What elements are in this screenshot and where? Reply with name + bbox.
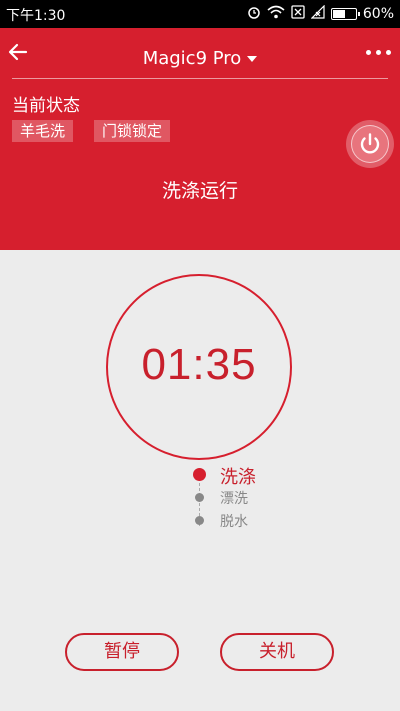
step-label-rinse: 漂洗 bbox=[220, 491, 248, 507]
step-dot-active bbox=[193, 468, 206, 481]
header-panel: Magic9 Pro 当前状态 羊毛洗 门锁锁定 洗涤运行 bbox=[0, 28, 400, 250]
power-button[interactable] bbox=[346, 120, 394, 168]
battery-level bbox=[332, 10, 346, 18]
step-dot bbox=[195, 516, 204, 525]
more-dot-icon bbox=[386, 50, 391, 55]
more-dot-icon bbox=[366, 50, 371, 55]
alarm-icon bbox=[247, 5, 261, 23]
more-menu-button[interactable] bbox=[366, 44, 392, 62]
no-sim-icon bbox=[291, 5, 305, 23]
wifi-icon bbox=[267, 5, 285, 23]
status-icons: 60% bbox=[247, 4, 394, 23]
more-dot-icon bbox=[376, 50, 381, 55]
divider bbox=[12, 78, 388, 79]
pause-button[interactable]: 暂停 bbox=[65, 633, 179, 671]
battery-icon bbox=[330, 8, 360, 20]
device-title: Magic9 Pro bbox=[142, 48, 242, 69]
step-label-wash: 洗涤 bbox=[220, 467, 256, 488]
timer-remaining: 01:35 bbox=[141, 340, 257, 389]
state-label: 当前状态 bbox=[12, 96, 80, 116]
power-button-face bbox=[351, 125, 389, 163]
power-icon bbox=[360, 133, 380, 154]
step-dot bbox=[195, 493, 204, 502]
timer-ring: 01:35 bbox=[106, 274, 292, 460]
power-off-button[interactable]: 关机 bbox=[220, 633, 334, 671]
mode-tag: 羊毛洗 bbox=[12, 120, 74, 142]
lock-tag: 门锁锁定 bbox=[94, 120, 171, 142]
run-status: 洗涤运行 bbox=[161, 180, 238, 202]
battery-percent: 60% bbox=[362, 6, 394, 22]
signal-icon bbox=[310, 4, 325, 23]
step-label-spin: 脱水 bbox=[220, 514, 248, 530]
caret-down-icon bbox=[247, 56, 258, 62]
device-selector[interactable]: Magic9 Pro bbox=[0, 48, 400, 69]
status-bar: 下午1:30 60% bbox=[0, 0, 400, 28]
status-time: 下午1:30 bbox=[6, 8, 66, 24]
